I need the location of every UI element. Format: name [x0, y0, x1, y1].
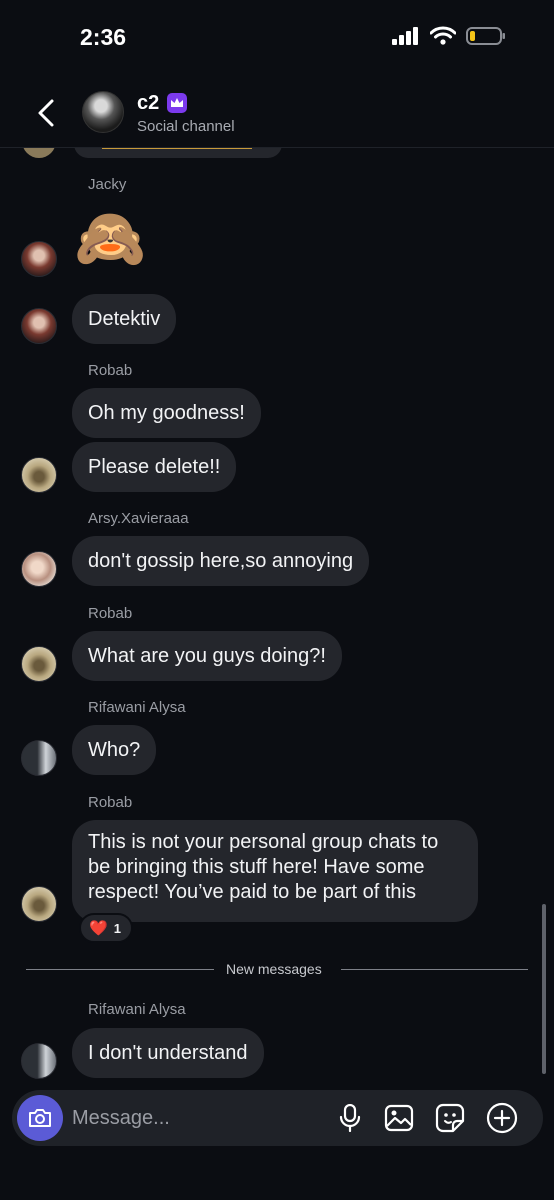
wifi-icon — [430, 26, 456, 45]
sender-name[interactable]: Robab — [88, 794, 132, 811]
sender-name[interactable]: Jacky — [88, 176, 126, 193]
avatar[interactable] — [21, 241, 57, 277]
camera-icon — [29, 1109, 51, 1127]
message-bubble[interactable]: Who? — [72, 725, 157, 775]
avatar[interactable] — [21, 457, 57, 493]
message-bubble[interactable]: I don't understand — [72, 1028, 264, 1078]
channel-subtitle: Social channel — [137, 118, 235, 135]
reaction-count: 1 — [113, 920, 121, 936]
divider-line — [341, 969, 528, 970]
avatar[interactable] — [21, 1043, 57, 1079]
plus-circle-icon — [486, 1102, 518, 1134]
signal-icon — [392, 27, 418, 45]
message-input[interactable] — [72, 1098, 322, 1138]
channel-avatar[interactable] — [82, 91, 124, 133]
status-icons — [392, 26, 506, 46]
new-messages-label: New messages — [226, 961, 322, 977]
message-bubble[interactable]: What are you guys doing?! — [72, 631, 342, 681]
sender-name[interactable]: Robab — [88, 605, 132, 622]
image-icon — [384, 1104, 414, 1132]
sticker-icon — [435, 1103, 465, 1133]
heart-icon: ❤️ — [89, 920, 108, 937]
channel-title[interactable]: c2 — [137, 92, 159, 115]
scrollbar[interactable] — [542, 904, 546, 1074]
avatar[interactable] — [21, 551, 57, 587]
avatar[interactable] — [21, 308, 57, 344]
message-bubble[interactable]: Detektiv — [72, 294, 177, 344]
avatar[interactable] — [21, 740, 57, 776]
microphone-icon — [339, 1104, 361, 1132]
status-time: 2:36 — [80, 24, 127, 50]
divider-line — [26, 969, 214, 970]
sender-name[interactable]: Rifawani Alysa — [88, 699, 186, 716]
crown-icon — [167, 93, 187, 113]
sender-name[interactable]: Arsy.Xavieraaa — [88, 510, 189, 527]
message-bubble[interactable]: This is not your personal group chats to… — [72, 820, 478, 922]
sticker-button[interactable] — [434, 1102, 466, 1134]
battery-icon — [466, 27, 505, 45]
back-button[interactable] — [32, 96, 60, 130]
gallery-button[interactable] — [383, 1102, 415, 1134]
chat-header: c2 Social channel — [0, 80, 554, 148]
message-composer — [12, 1090, 543, 1146]
more-button[interactable] — [486, 1102, 518, 1134]
reaction-badge[interactable]: ❤️ 1 — [79, 913, 133, 943]
microphone-button[interactable] — [334, 1102, 366, 1134]
chevron-left-icon — [38, 99, 54, 127]
avatar[interactable] — [21, 886, 57, 922]
sender-name[interactable]: Rifawani Alysa — [88, 1001, 186, 1018]
avatar[interactable] — [21, 646, 57, 682]
sender-name[interactable]: Robab — [88, 362, 132, 379]
message-bubble[interactable]: don't gossip here,so annoying — [72, 536, 370, 586]
message-bubble[interactable]: Please delete!! — [72, 442, 237, 492]
emoji-message[interactable]: 🙈 — [74, 210, 146, 268]
message-bubble[interactable]: Oh my goodness! — [72, 388, 261, 438]
camera-button[interactable] — [17, 1095, 63, 1141]
